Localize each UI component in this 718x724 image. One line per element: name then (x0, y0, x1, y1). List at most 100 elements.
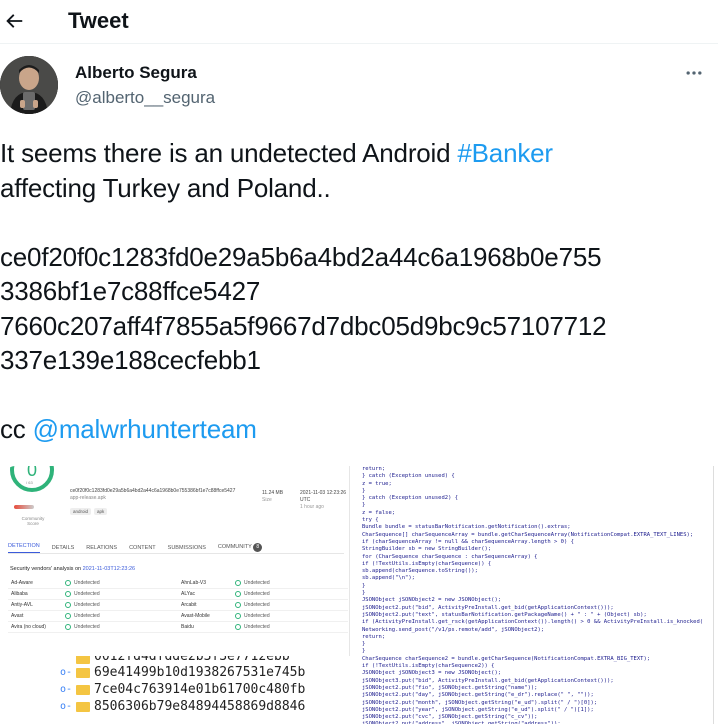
file-tag: android (70, 508, 92, 515)
vendor-name: Baidu (181, 624, 194, 630)
check-icon (65, 602, 72, 608)
check-icon (235, 613, 242, 619)
vendor-result: Undetected (65, 591, 178, 597)
code-line: Bundle bundle = statusBarNotification.ge… (362, 524, 571, 531)
tweet-line-1: It seems there is an undetected Android … (0, 136, 718, 171)
folder-icon (76, 667, 90, 678)
code-line: JSONObject jSONObject2 = new JSONObject(… (362, 597, 502, 604)
vendor-name: Antiy-AVL (11, 602, 33, 608)
back-button[interactable] (0, 6, 28, 36)
tree-row: 0012fd4dfdde2b3f3e7712ebb (60, 656, 360, 664)
tab-submissions: SUBMISSIONS (167, 544, 206, 551)
vendor-result-text: Undetected (74, 591, 100, 597)
code-line: z = false; (362, 509, 396, 516)
author-name[interactable]: Alberto Segura (75, 62, 197, 84)
vendor-result-text: Undetected (244, 624, 270, 630)
tree-row: o- 7ce04c763914e01b61700c480fb (60, 681, 360, 698)
avatar[interactable] (0, 56, 58, 114)
more-button[interactable] (682, 63, 706, 83)
file-hash-text: ce0f20f0c1283fd0e29a5b6a4bd2a44c6a1968b0… (70, 488, 236, 494)
vendor-result: Undetected (235, 613, 348, 619)
code-screenshot: return; } catch (Exception unused) { z =… (362, 466, 714, 724)
hash-2-part-a: 7660c207aff4f7855a5f9667d7dbc05d9bc9c571… (0, 310, 607, 341)
file-tags: android apk (70, 508, 108, 515)
tweet-cc-line: cc @malwrhunterteam (0, 412, 718, 447)
hash-2-part-b: 337e139e188cecfebb1 (0, 345, 261, 375)
more-horizontal-icon (686, 71, 702, 75)
folder-icon (76, 701, 90, 712)
vendor-result: Undetected (235, 602, 348, 608)
analysis-title: Security vendors' analysis on 2021-11-03… (10, 566, 135, 572)
code-line: } (362, 502, 366, 509)
vendor-result-text: Undetected (74, 602, 100, 608)
mention-link[interactable]: @malwrhunterteam (33, 414, 257, 444)
check-icon (235, 624, 242, 630)
tweet-line-2: affecting Turkey and Poland.. (0, 172, 331, 203)
vendor-result-text: Undetected (74, 624, 100, 630)
code-line: jSONObject2.put("month", jSONObject.getS… (362, 699, 598, 706)
code-line: } (362, 641, 366, 648)
vendor-result: Undetected (65, 624, 178, 630)
file-tag: apk (94, 508, 108, 515)
code-line: jSONObject2.put("bid", ActivityPreInstal… (362, 604, 614, 611)
check-icon (65, 624, 72, 630)
file-name: app-release.apk (70, 494, 106, 501)
tab-community: COMMUNITY 8 (217, 543, 263, 552)
tree-bullet-icon: o- (60, 667, 73, 678)
code-line: } catch (Exception unused2) { (362, 495, 459, 502)
author-handle[interactable]: @alberto__segura (75, 87, 215, 109)
code-line: jSONObject3.put("bid", ActivityPreInstal… (362, 677, 614, 684)
code-line: try { (362, 517, 379, 524)
tree-row: o- 69e41499b10d1938267531e745b (60, 664, 360, 681)
tree-label: 7ce04c763914e01b61700c480fb (94, 682, 306, 697)
community-score-label: Community Score (21, 516, 45, 526)
table-row: Antiy-AVL Undetected Arcabit Undetected (8, 600, 348, 611)
tree-label: 8506306b79e84894458869d8846 (94, 699, 306, 714)
check-icon (235, 591, 242, 597)
vendor-name: Avast-Mobile (181, 613, 210, 619)
tab-details: DETAILS (51, 544, 75, 551)
file-size: 11.24 MB Size (262, 490, 283, 504)
community-score-bar (14, 505, 34, 509)
tree-row: o- 8506306b79e84894458869d8846 (60, 698, 360, 715)
cc-prefix: cc (0, 414, 33, 444)
tweet-media[interactable]: 0 / 63 Community Score ce0f20f0c1283fd0e… (0, 466, 718, 724)
tree-bullet-icon: o- (60, 701, 73, 712)
top-bar: Tweet (0, 0, 718, 44)
detection-score: 0 (10, 466, 54, 492)
file-date: 2021-11-03 12:23:26 UTC 1 hour ago (300, 490, 349, 511)
vendor-result: Undetected (65, 602, 178, 608)
code-line: jSONObject2.put("cvc", jSONObject.getStr… (362, 714, 538, 721)
file-tree-screenshot: 0012fd4dfdde2b3f3e7712ebb o- 69e41499b10d… (60, 656, 360, 724)
hashtag-link[interactable]: #Banker (457, 138, 553, 168)
tweet-spacer (0, 205, 718, 240)
vendor-name: ALYac (181, 591, 195, 597)
vendor-result-text: Undetected (74, 580, 100, 586)
folder-icon (76, 684, 90, 695)
vendor-result: Undetected (235, 580, 348, 586)
arrow-left-icon (6, 14, 23, 28)
vendor-result-text: Undetected (244, 613, 270, 619)
code-line: sb.append("\n"); (362, 575, 415, 582)
code-line: jSONObject2.put("text", statusBarNotific… (362, 611, 647, 618)
vendor-name: Avast (11, 613, 24, 619)
community-count: 8 (253, 543, 263, 552)
table-row: Ad-Aware Undetected AhnLab-V3 Undetected (8, 578, 348, 589)
code-line: } catch (Exception unused) { (362, 473, 455, 480)
tweet-text: It seems there is an undetected Android … (0, 136, 718, 447)
file-size-value: 11.24 MB (262, 490, 284, 496)
page-title: Tweet (68, 8, 129, 33)
file-size-label: Size (262, 497, 272, 503)
vendor-result: Undetected (235, 591, 348, 597)
code-line: CharSequence charSequence2 = bundle.getC… (362, 655, 651, 662)
vendor-name: Arcabit (181, 602, 197, 608)
vendor-name: Avira (no cloud) (11, 624, 46, 630)
detection-score-total: / 63 (26, 480, 33, 485)
code-line: return; (362, 466, 386, 472)
vendor-result: Undetected (235, 624, 348, 630)
tab-community-label: COMMUNITY (217, 544, 252, 550)
tab-detection: DETECTION (8, 543, 40, 553)
vendor-name: Ad-Aware (11, 580, 33, 586)
hash-1-part-b: 3386bf1e7c88ffce5427 (0, 276, 261, 306)
code-line: CharSequence[] charSequenceArray = bundl… (362, 531, 694, 538)
